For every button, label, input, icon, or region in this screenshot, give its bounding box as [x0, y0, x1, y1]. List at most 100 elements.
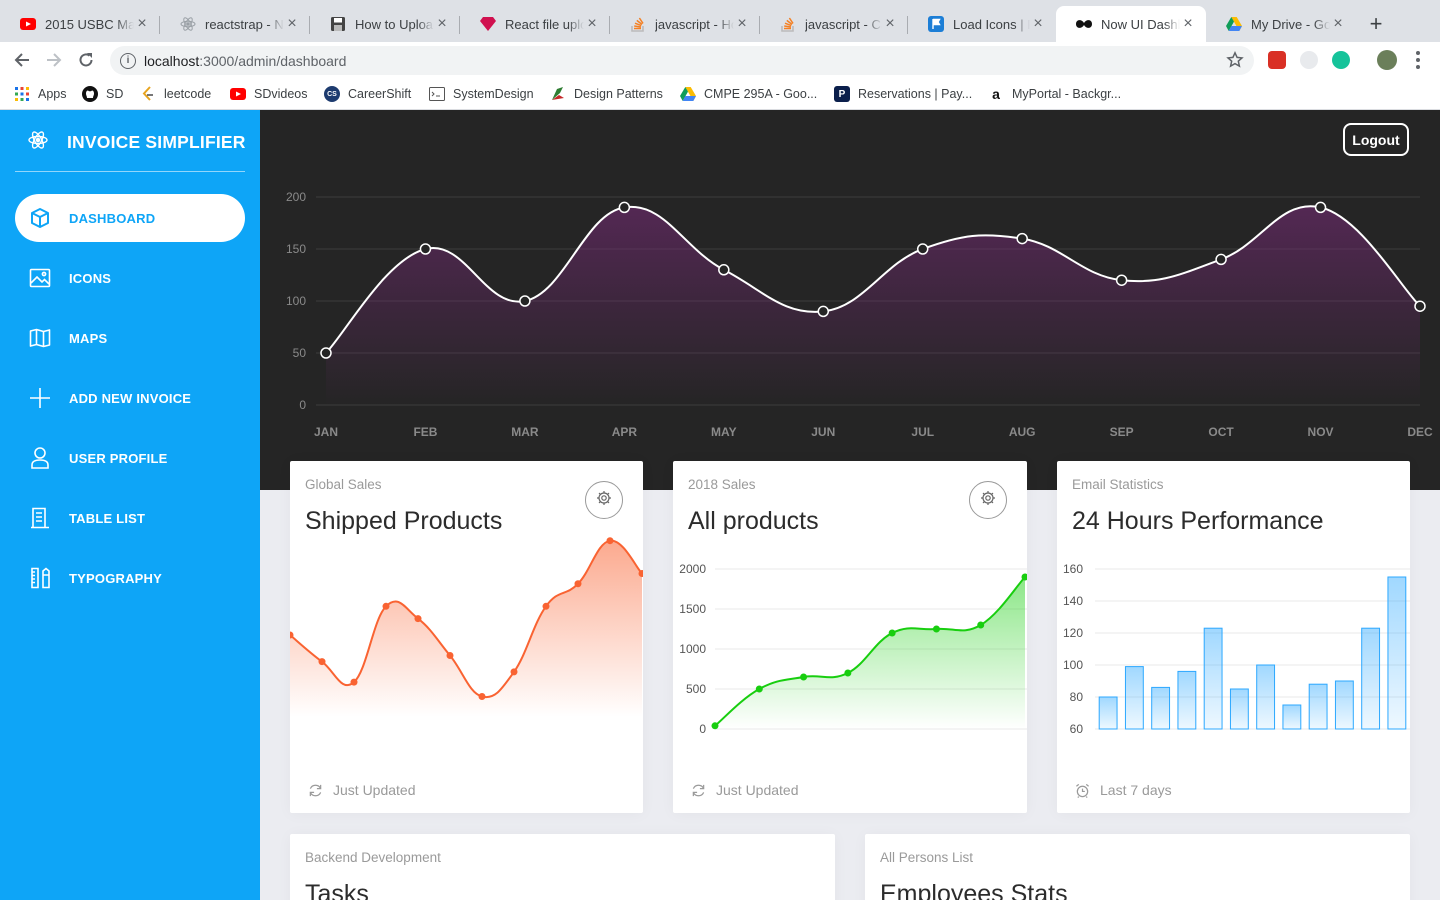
- extension-icon[interactable]: [1268, 51, 1286, 69]
- bar: [1151, 686, 1171, 730]
- parking-icon: P: [834, 86, 850, 102]
- big-line-chart: 0 50 100 150 200 JAN FEB MAR APR MAY JUN JUL AUG SEP O…: [286, 190, 1433, 439]
- ruler-pencil-icon: [28, 566, 52, 590]
- tab-close-icon[interactable]: ×: [584, 15, 600, 33]
- new-tab-button[interactable]: +: [1362, 12, 1390, 38]
- browser-tab[interactable]: javascript - Ca ×: [760, 6, 908, 42]
- tab-close-icon[interactable]: ×: [134, 15, 150, 33]
- y-tick-label: 500: [686, 682, 706, 696]
- arrow-left-icon: [14, 53, 29, 67]
- data-point: [916, 243, 929, 255]
- bookmark-sd[interactable]: SD: [82, 84, 123, 104]
- bookmark-apps[interactable]: Apps: [14, 84, 67, 104]
- bar: [1361, 627, 1381, 730]
- tab-close-icon[interactable]: ×: [1030, 15, 1046, 33]
- data-point: [1115, 274, 1128, 286]
- settings-button[interactable]: [969, 481, 1007, 519]
- x-tick-label: JUL: [911, 425, 934, 439]
- x-tick-label: MAY: [711, 425, 737, 439]
- tab-close-icon[interactable]: ×: [1330, 15, 1346, 33]
- divider: [15, 171, 245, 172]
- data-point: [478, 693, 486, 700]
- logout-button[interactable]: Logout: [1343, 123, 1409, 156]
- tab-close-icon[interactable]: ×: [284, 15, 300, 33]
- card-footer: Just Updated: [308, 782, 416, 798]
- image-icon: [28, 266, 52, 290]
- list-icon: [28, 506, 52, 530]
- back-button[interactable]: [10, 48, 34, 72]
- sidebar-item-table-list[interactable]: TABLE LIST: [15, 494, 245, 542]
- y-tick-label: 100: [1063, 658, 1083, 672]
- card-category: All Persons List: [880, 850, 974, 865]
- card-tasks: Backend Development Tasks: [290, 834, 835, 900]
- forward-button[interactable]: [42, 48, 66, 72]
- card-title: Employees Stats: [880, 880, 1068, 900]
- data-point: [414, 615, 422, 623]
- bookmark-design-patterns[interactable]: Design Patterns: [550, 84, 663, 104]
- arrow-right-icon: [47, 53, 62, 67]
- sidebar-item-typography[interactable]: TYPOGRAPHY: [15, 554, 245, 602]
- tab-close-icon[interactable]: ×: [434, 15, 450, 33]
- ruby-gem-icon: [480, 16, 496, 32]
- url-host: localhost: [144, 52, 200, 69]
- sidebar-item-maps[interactable]: MAPS: [15, 314, 245, 362]
- browser-toolbar: i localhost:3000/admin/dashboard: [0, 42, 1440, 78]
- apps-grid-icon: [14, 86, 30, 102]
- menu-dots-icon[interactable]: [1410, 50, 1426, 70]
- stackoverflow-icon: [780, 16, 796, 32]
- data-point: [318, 658, 326, 666]
- grammarly-icon[interactable]: [1332, 51, 1350, 69]
- tab-title: javascript - Ho: [655, 16, 734, 32]
- settings-button[interactable]: [585, 481, 623, 519]
- refresh-icon: [692, 784, 705, 796]
- bar: [1177, 670, 1197, 730]
- data-point: [542, 602, 550, 610]
- tab-close-icon[interactable]: ×: [882, 15, 898, 33]
- x-tick-label: APR: [612, 425, 638, 439]
- tab-title: How to Upload: [355, 16, 434, 32]
- bookmark-myportal[interactable]: a MyPortal - Backgr...: [988, 84, 1121, 104]
- now-ui-icon: [1076, 16, 1092, 32]
- card-category: Backend Development: [305, 850, 441, 865]
- address-bar[interactable]: i localhost:3000/admin/dashboard: [110, 46, 1254, 75]
- card-title: All products: [688, 507, 819, 535]
- browser-tab[interactable]: javascript - Ho ×: [610, 6, 760, 42]
- browser-tab-active[interactable]: Now UI Dashbo ×: [1056, 6, 1206, 42]
- browser-tab[interactable]: How to Upload ×: [310, 6, 460, 42]
- bookmark-leetcode[interactable]: leetcode: [140, 84, 211, 104]
- sidebar-item-dashboard[interactable]: DASHBOARD: [15, 194, 245, 242]
- bookmark-star-icon[interactable]: [1226, 50, 1244, 72]
- design-patterns-icon: [550, 86, 566, 102]
- stackoverflow-icon: [630, 16, 646, 32]
- bookmark-sdvideos[interactable]: SDvideos: [230, 84, 308, 104]
- browser-tab[interactable]: My Drive - Goo ×: [1206, 6, 1356, 42]
- reload-button[interactable]: [74, 48, 98, 72]
- card-category: Global Sales: [305, 477, 382, 492]
- info-icon[interactable]: i: [120, 52, 136, 69]
- sidebar-item-icons[interactable]: ICONS: [15, 254, 245, 302]
- browser-tab[interactable]: 2015 USBC Ma ×: [0, 6, 160, 42]
- extension-icon[interactable]: [1300, 51, 1318, 69]
- bookmark-cmpe[interactable]: CMPE 295A - Goo...: [680, 84, 817, 104]
- cube-icon: [28, 206, 52, 230]
- tab-title: Now UI Dashbo: [1101, 16, 1180, 32]
- tab-close-icon[interactable]: ×: [1180, 15, 1196, 33]
- bar: [1124, 666, 1144, 730]
- avatar[interactable]: [1377, 50, 1397, 70]
- sidebar-item-user-profile[interactable]: USER PROFILE: [15, 434, 245, 482]
- tab-title: React file uploa: [505, 16, 584, 32]
- bookmark-careershift[interactable]: CS CareerShift: [324, 84, 411, 104]
- sidebar: INVOICE SIMPLIFIER DASHBOARD ICONS MAPS …: [0, 110, 260, 900]
- browser-tab[interactable]: Load Icons | Fo ×: [908, 6, 1056, 42]
- sidebar-item-add-new-invoice[interactable]: ADD NEW INVOICE: [15, 374, 245, 422]
- brand[interactable]: INVOICE SIMPLIFIER: [28, 130, 246, 155]
- data-point: [519, 295, 531, 307]
- tab-close-icon[interactable]: ×: [734, 15, 750, 33]
- browser-tab[interactable]: React file uploa ×: [460, 6, 610, 42]
- data-point: [817, 305, 830, 318]
- bookmark-reservations[interactable]: P Reservations | Pay...: [834, 84, 972, 104]
- tab-title: javascript - Ca: [805, 16, 882, 32]
- browser-tab[interactable]: reactstrap - Na ×: [160, 6, 310, 42]
- bookmark-systemdesign[interactable]: SystemDesign: [429, 84, 534, 104]
- y-tick-label: 80: [1070, 690, 1084, 704]
